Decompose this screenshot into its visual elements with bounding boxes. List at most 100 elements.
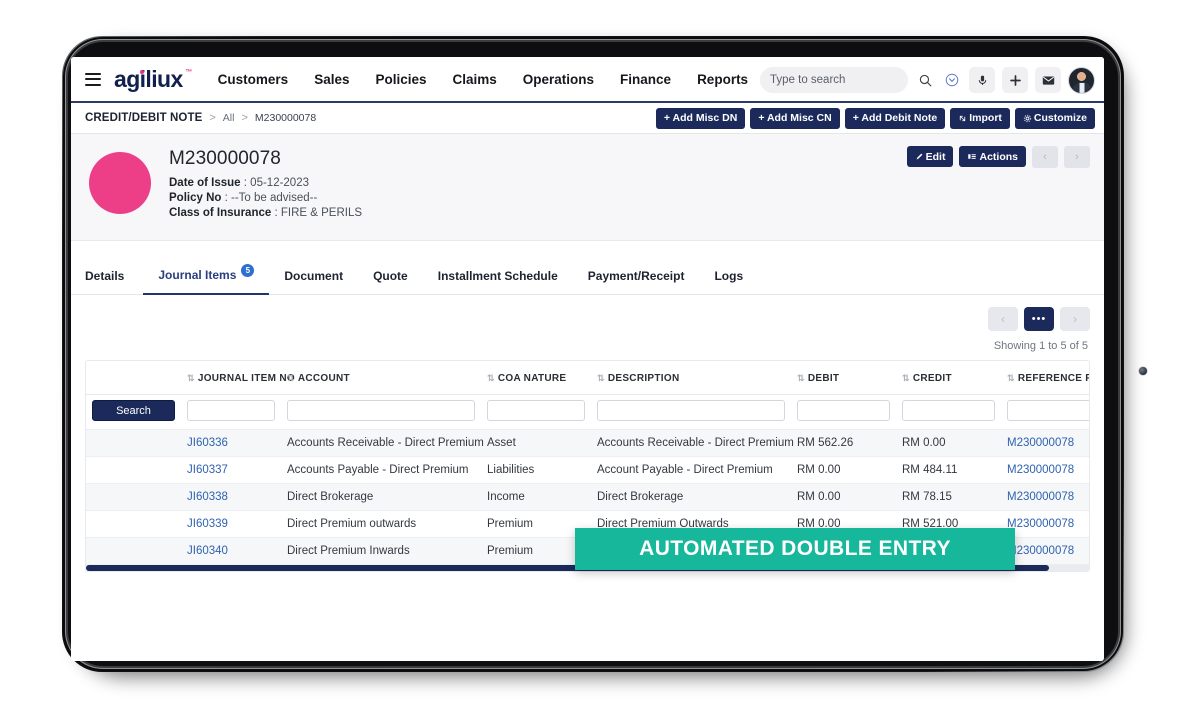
global-search[interactable] [760,67,908,93]
add-debit-note-button[interactable]: + Add Debit Note [844,107,946,129]
filter-input-account[interactable] [287,400,475,421]
column-header-credit[interactable]: ⇅ CREDIT [896,361,1001,395]
record-class-label: Class of Insurance [169,207,272,219]
record-action-buttons: Edit Actions ‹ › [906,146,1090,168]
pagination-prev-button[interactable]: ‹ [988,307,1018,331]
pagination-next-button[interactable]: › [1060,307,1090,331]
cell-journal-item-no[interactable]: JI60337 [181,456,281,484]
app-logo[interactable]: agiliux ™ [114,67,192,91]
column-header-account[interactable]: ⇅ ACCOUNT [281,361,481,395]
breadcrumb-separator-2: > [241,112,248,124]
cell-journal-item-no[interactable]: JI60340 [181,537,281,565]
breadcrumb-current: M230000078 [254,112,317,124]
filter-input-debit[interactable] [797,400,890,421]
next-record-button[interactable]: › [1064,146,1090,168]
actions-button[interactable]: Actions [959,146,1026,167]
pagination-more-button[interactable]: ••• [1024,307,1054,331]
search-input[interactable] [770,74,898,86]
cell-journal-item-no[interactable]: JI60336 [181,429,281,457]
record-date-label: Date of Issue [169,177,241,189]
customize-button-label: Customize [1033,112,1087,124]
plus-icon[interactable] [1002,67,1028,93]
avatar[interactable] [1068,66,1095,94]
cell-reference-record[interactable]: M230000078 [1001,429,1089,457]
nav-item-sales[interactable]: Sales [301,72,362,87]
tab-details[interactable]: Details [85,269,139,294]
nav-item-operations[interactable]: Operations [510,72,607,87]
table-row[interactable]: JI60336 Accounts Receivable - Direct Pre… [86,429,1089,457]
record-policy-no: Policy No : --To be advised-- [169,192,362,204]
cell-reference-record[interactable]: M230000078 [1001,483,1089,511]
filter-input-credit[interactable] [902,400,995,421]
cell-journal-item-no[interactable]: JI60339 [181,510,281,538]
hamburger-menu-icon[interactable] [85,72,101,86]
record-date-value: 05-12-2023 [250,177,309,189]
tab-payment-receipt[interactable]: Payment/Receipt [573,269,700,294]
filter-input-description[interactable] [597,400,785,421]
column-header-coa-nature[interactable]: ⇅ COA NATURE [481,361,591,395]
column-header-reference-record[interactable]: ⇅ REFERENCE R [1001,361,1089,395]
row-spacer [86,483,181,511]
screenshot-stage: agiliux ™ Customers Sales Policies Claim… [0,0,1200,720]
column-header-coa-nature-label: COA NATURE [497,373,567,384]
sort-icon: ⇅ [597,373,605,383]
envelope-icon[interactable] [1035,67,1061,93]
microphone-icon[interactable] [969,67,995,93]
cell-credit: RM 0.00 [896,429,1001,457]
add-misc-cn-button[interactable]: + Add Misc CN [750,107,840,129]
tab-logs-label: Logs [714,269,744,283]
logo-trademark: ™ [185,68,192,76]
top-nav-right-tools [760,57,1095,103]
prev-record-button[interactable]: ‹ [1032,146,1058,168]
search-icon[interactable] [915,69,935,91]
add-misc-dn-button[interactable]: + Add Misc DN [655,107,746,129]
tab-installment-schedule[interactable]: Installment Schedule [423,269,573,294]
cell-reference-record[interactable]: M230000078 [1001,456,1089,484]
tab-journal-items[interactable]: Journal Items 5 [143,263,270,295]
table-row[interactable]: JI60337 Accounts Payable - Direct Premiu… [86,456,1089,484]
tab-logs[interactable]: Logs [699,269,758,294]
filter-input-coa-nature[interactable] [487,400,585,421]
customize-button[interactable]: Customize [1014,107,1095,129]
cell-coa-nature: Liabilities [481,456,591,484]
filter-input-reference-record[interactable] [1007,400,1089,421]
nav-item-reports[interactable]: Reports [684,72,761,87]
cell-journal-item-no[interactable]: JI60338 [181,483,281,511]
column-header-journal-item-no[interactable]: ⇅ JOURNAL ITEM NO [181,361,295,395]
sort-icon: ⇅ [902,373,910,383]
nav-item-policies[interactable]: Policies [362,72,439,87]
cell-description: Direct Brokerage [591,483,791,511]
record-details: M230000078 Date of Issue : 05-12-2023 Po… [169,148,362,222]
cell-credit: RM 78.15 [896,483,1001,511]
nav-item-customers[interactable]: Customers [205,72,302,87]
import-button-label: Import [969,112,1002,124]
tab-bar: Details Journal Items 5 Document Quote I… [71,253,1104,295]
edit-button[interactable]: Edit [906,146,954,167]
column-header-description[interactable]: ⇅ DESCRIPTION [591,361,791,395]
sort-icon: ⇅ [287,373,295,383]
filter-input-journal-item-no[interactable] [187,400,275,421]
automated-double-entry-banner: AUTOMATED DOUBLE ENTRY [575,528,1015,570]
table-row[interactable]: JI60338 Direct Brokerage Income Direct B… [86,483,1089,511]
tab-installment-schedule-label: Installment Schedule [437,269,558,283]
top-navigation-bar: agiliux ™ Customers Sales Policies Claim… [71,57,1104,103]
record-class-of-insurance: Class of Insurance : FIRE & PERILS [169,207,362,219]
table-search-button[interactable]: Search [92,400,175,421]
nav-item-claims[interactable]: Claims [440,72,510,87]
import-button[interactable]: Import [950,107,1010,129]
column-header-debit-label: DEBIT [807,373,840,384]
breadcrumb-action-buttons: + Add Misc DN + Add Misc CN + Add Debit … [655,107,1095,129]
tab-document[interactable]: Document [269,269,358,294]
breadcrumb-all-link[interactable]: All [223,112,235,124]
column-header-debit[interactable]: ⇅ DEBIT [791,361,896,395]
row-spacer [86,429,181,457]
row-spacer [86,456,181,484]
sort-icon: ⇅ [487,373,495,383]
cell-account: Direct Premium Inwards [281,537,481,565]
tab-journal-items-label: Journal Items [158,268,237,282]
cell-coa-nature: Asset [481,429,591,457]
chevron-down-circle-icon[interactable] [942,69,962,91]
tab-quote[interactable]: Quote [358,269,423,294]
nav-item-finance[interactable]: Finance [607,72,684,87]
filter-cell-account [281,394,481,430]
